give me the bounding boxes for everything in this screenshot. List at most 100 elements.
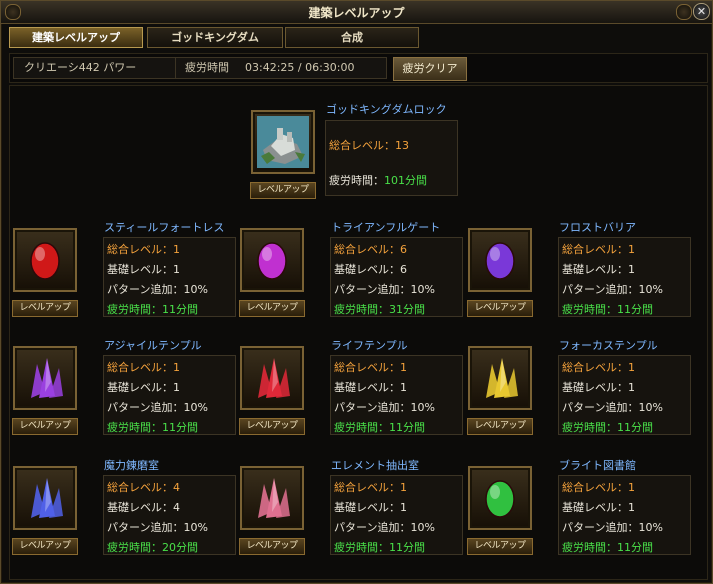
level-up-button[interactable]: レベルアップ [239,418,305,435]
fatigue-label: 疲労時間 [185,61,229,74]
castle-icon [257,116,309,168]
level-up-button[interactable]: レベルアップ [239,538,305,555]
info-bar: クリエーシ442 パワー 疲労時間 03:42:25 / 06:30:00 疲労… [9,53,708,83]
stats-box: 総合レベル：1 基礎レベル：1 パターン追加：10% 疲労時間：11分間 [330,475,463,555]
building-icon[interactable] [13,466,77,530]
base-level: 基礎レベル：4 [107,501,180,514]
base-level: 基礎レベル：1 [562,263,635,276]
pattern-bonus: パターン追加：10% [107,401,208,414]
level-up-button[interactable]: レベルアップ [467,538,533,555]
fatigue-time: 疲労時間：11分間 [107,421,198,434]
building-name: ゴッドキングダムロック [326,103,447,116]
pattern-bonus: パターン追加：10% [562,521,663,534]
building-name: 魔力錬磨室 [104,459,159,472]
fatigue-time: 疲労時間：11分間 [334,541,425,554]
pattern-bonus: パターン追加：10% [107,521,208,534]
total-level: 総合レベル：1 [107,243,180,256]
fatigue-time: 疲労時間：101分間 [329,174,427,187]
title-bar[interactable]: 建築レベルアップ ✕ [1,1,712,24]
stats-box: 総合レベル：13 疲労時間：101分間 [325,120,458,196]
fatigue-time: 疲労時間：11分間 [562,541,653,554]
pattern-bonus: パターン追加：10% [334,521,435,534]
window-title: 建築レベルアップ [308,6,405,20]
pattern-bonus: パターン追加：10% [562,283,663,296]
total-level: 総合レベル：1 [334,481,407,494]
fatigue-time: 疲労時間：20分間 [107,541,198,554]
total-level: 総合レベル：13 [329,139,409,152]
total-level: 総合レベル：1 [562,481,635,494]
total-level: 総合レベル：1 [562,243,635,256]
total-level: 総合レベル：1 [562,361,635,374]
pattern-bonus: パターン追加：10% [334,283,435,296]
building-name: スティールフォートレス [104,221,225,234]
building-icon[interactable] [240,228,304,292]
ornament-icon [676,4,692,20]
tab-synthesis[interactable]: 合成 [285,27,419,48]
base-level: 基礎レベル：6 [334,263,407,276]
stats-box: 総合レベル：1 基礎レベル：1 パターン追加：10% 疲労時間：11分間 [103,237,236,317]
building-list: レベルアップ ゴッドキングダムロック 総合レベル：13 疲労時間：101分間 レ… [9,85,708,580]
base-level: 基礎レベル：1 [562,381,635,394]
building-name: アジャイルテンプル [104,339,202,352]
total-level: 総合レベル：6 [334,243,407,256]
base-level: 基礎レベル：1 [562,501,635,514]
pattern-bonus: パターン追加：10% [334,401,435,414]
close-icon[interactable]: ✕ [693,3,710,20]
total-level: 総合レベル：4 [107,481,180,494]
crystal-icon [258,478,290,518]
building-icon[interactable] [240,346,304,410]
stats-box: 総合レベル：4 基礎レベル：4 パターン追加：10% 疲労時間：20分間 [103,475,236,555]
level-up-button[interactable]: レベルアップ [467,418,533,435]
fatigue-time: 疲労時間：11分間 [107,303,198,316]
building-name: ライフテンプル [331,339,408,352]
building-window: 建築レベルアップ ✕ 建築レベルアップ ゴッドキングダム 合成 クリエーシ442… [0,0,713,584]
crystal-icon [31,478,63,518]
stats-box: 総合レベル：1 基礎レベル：1 パターン追加：10% 疲労時間：11分間 [330,355,463,435]
total-level: 総合レベル：1 [334,361,407,374]
building-icon[interactable] [251,110,315,174]
pattern-bonus: パターン追加：10% [107,283,208,296]
level-up-button[interactable]: レベルアップ [250,182,316,199]
fatigue-value: 03:42:25 / 06:30:00 [245,61,355,74]
building-name: ブライト図書館 [559,459,636,472]
building-icon[interactable] [13,228,77,292]
fatigue-time: 疲労時間：31分間 [334,303,425,316]
level-up-button[interactable]: レベルアップ [12,418,78,435]
crystal-icon [486,358,518,398]
fatigue-display: 疲労時間 03:42:25 / 06:30:00 [175,57,387,79]
level-up-button[interactable]: レベルアップ [12,300,78,317]
stats-box: 総合レベル：1 基礎レベル：1 パターン追加：10% 疲労時間：11分間 [558,475,691,555]
gem-icon [257,242,287,280]
level-up-button[interactable]: レベルアップ [467,300,533,317]
building-name: エレメント抽出室 [331,459,419,472]
stats-box: 総合レベル：1 基礎レベル：1 パターン追加：10% 疲労時間：11分間 [103,355,236,435]
building-icon[interactable] [468,228,532,292]
building-icon[interactable] [13,346,77,410]
building-icon[interactable] [240,466,304,530]
tab-building-levelup[interactable]: 建築レベルアップ [9,27,143,48]
fatigue-clear-button[interactable]: 疲労クリア [393,57,467,81]
fatigue-time: 疲労時間：11分間 [562,303,653,316]
building-name: フォーカステンプル [559,339,658,352]
total-level: 総合レベル：1 [107,361,180,374]
crystal-icon [258,358,290,398]
fatigue-time: 疲労時間：11分間 [334,421,425,434]
level-up-button[interactable]: レベルアップ [239,300,305,317]
crystal-icon [31,358,63,398]
pattern-bonus: パターン追加：10% [562,401,663,414]
base-level: 基礎レベル：1 [334,501,407,514]
base-level: 基礎レベル：1 [107,263,180,276]
stats-box: 総合レベル：6 基礎レベル：6 パターン追加：10% 疲労時間：31分間 [330,237,463,317]
stats-box: 総合レベル：1 基礎レベル：1 パターン追加：10% 疲労時間：11分間 [558,355,691,435]
base-level: 基礎レベル：1 [334,381,407,394]
building-icon[interactable] [468,346,532,410]
gem-icon [485,242,515,280]
base-level: 基礎レベル：1 [107,381,180,394]
fatigue-time: 疲労時間：11分間 [562,421,653,434]
level-up-button[interactable]: レベルアップ [12,538,78,555]
building-icon[interactable] [468,466,532,530]
building-name: フロストバリア [559,221,636,234]
stats-box: 総合レベル：1 基礎レベル：1 パターン追加：10% 疲労時間：11分間 [558,237,691,317]
tab-god-kingdom[interactable]: ゴッドキングダム [147,27,283,48]
gem-icon [30,242,60,280]
